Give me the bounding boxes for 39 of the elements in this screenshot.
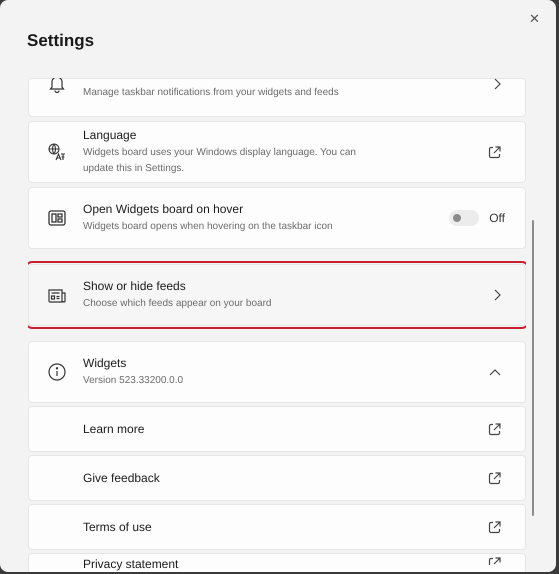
row-title: Open Widgets board on hover <box>83 202 244 216</box>
row-title: Terms of use <box>83 520 153 534</box>
info-icon <box>48 363 66 381</box>
row-description: Manage taskbar notifications from your widgets and feeds <box>83 86 340 100</box>
row-title: Show or hide feeds <box>83 278 187 292</box>
chevron-up-icon <box>489 368 501 376</box>
row-description: Widgets board opens when hovering on the taskbar icon <box>83 220 334 234</box>
chevron-right-icon <box>493 78 501 90</box>
settings-link-row[interactable]: Terms of use <box>28 504 526 550</box>
external-link-icon <box>488 520 501 534</box>
newspaper-icon <box>48 288 66 302</box>
row-title: Privacy statement <box>83 557 180 571</box>
row-description: Choose which feeds appear on your board <box>83 296 272 310</box>
settings-row[interactable]: Language Widgets board uses your Windows display language. You can update this in Settings. <box>28 121 526 183</box>
settings-link-row[interactable]: Learn more <box>28 406 526 452</box>
settings-row[interactable]: Manage taskbar notifications from your widgets and feeds <box>28 78 526 117</box>
settings-link-row[interactable]: Privacy statement <box>28 553 526 572</box>
external-link-icon <box>488 422 501 436</box>
external-link-icon <box>488 472 501 484</box>
close-button[interactable]: ✕ <box>525 9 544 28</box>
row-title: Language <box>83 128 138 142</box>
row-title: Give feedback <box>83 471 161 485</box>
language-icon <box>48 143 66 161</box>
scrollbar[interactable] <box>532 220 534 516</box>
settings-row[interactable]: Show or hide feeds Choose which feeds appear on your board <box>28 264 526 326</box>
toggle-switch[interactable] <box>449 210 480 226</box>
dialog-title: Settings <box>27 31 94 51</box>
settings-row[interactable]: Open Widgets board on hover Widgets board opens when hovering on the taskbar icon Off <box>28 187 526 249</box>
board-icon <box>48 210 66 226</box>
settings-link-row[interactable]: Give feedback <box>28 455 526 501</box>
row-description: Widgets board uses your Windows display language. You can update this in Settings. <box>83 146 357 176</box>
bell-icon <box>49 78 65 93</box>
chevron-right-icon <box>493 289 501 301</box>
row-title: Learn more <box>83 422 146 436</box>
toggle-state-label: Off <box>489 211 505 225</box>
row-title: Widgets <box>83 356 128 370</box>
settings-row[interactable]: Widgets Version 523.33200.0.0 <box>28 341 526 403</box>
row-description: Version 523.33200.0.0 <box>83 374 184 388</box>
external-link-icon <box>488 146 501 158</box>
